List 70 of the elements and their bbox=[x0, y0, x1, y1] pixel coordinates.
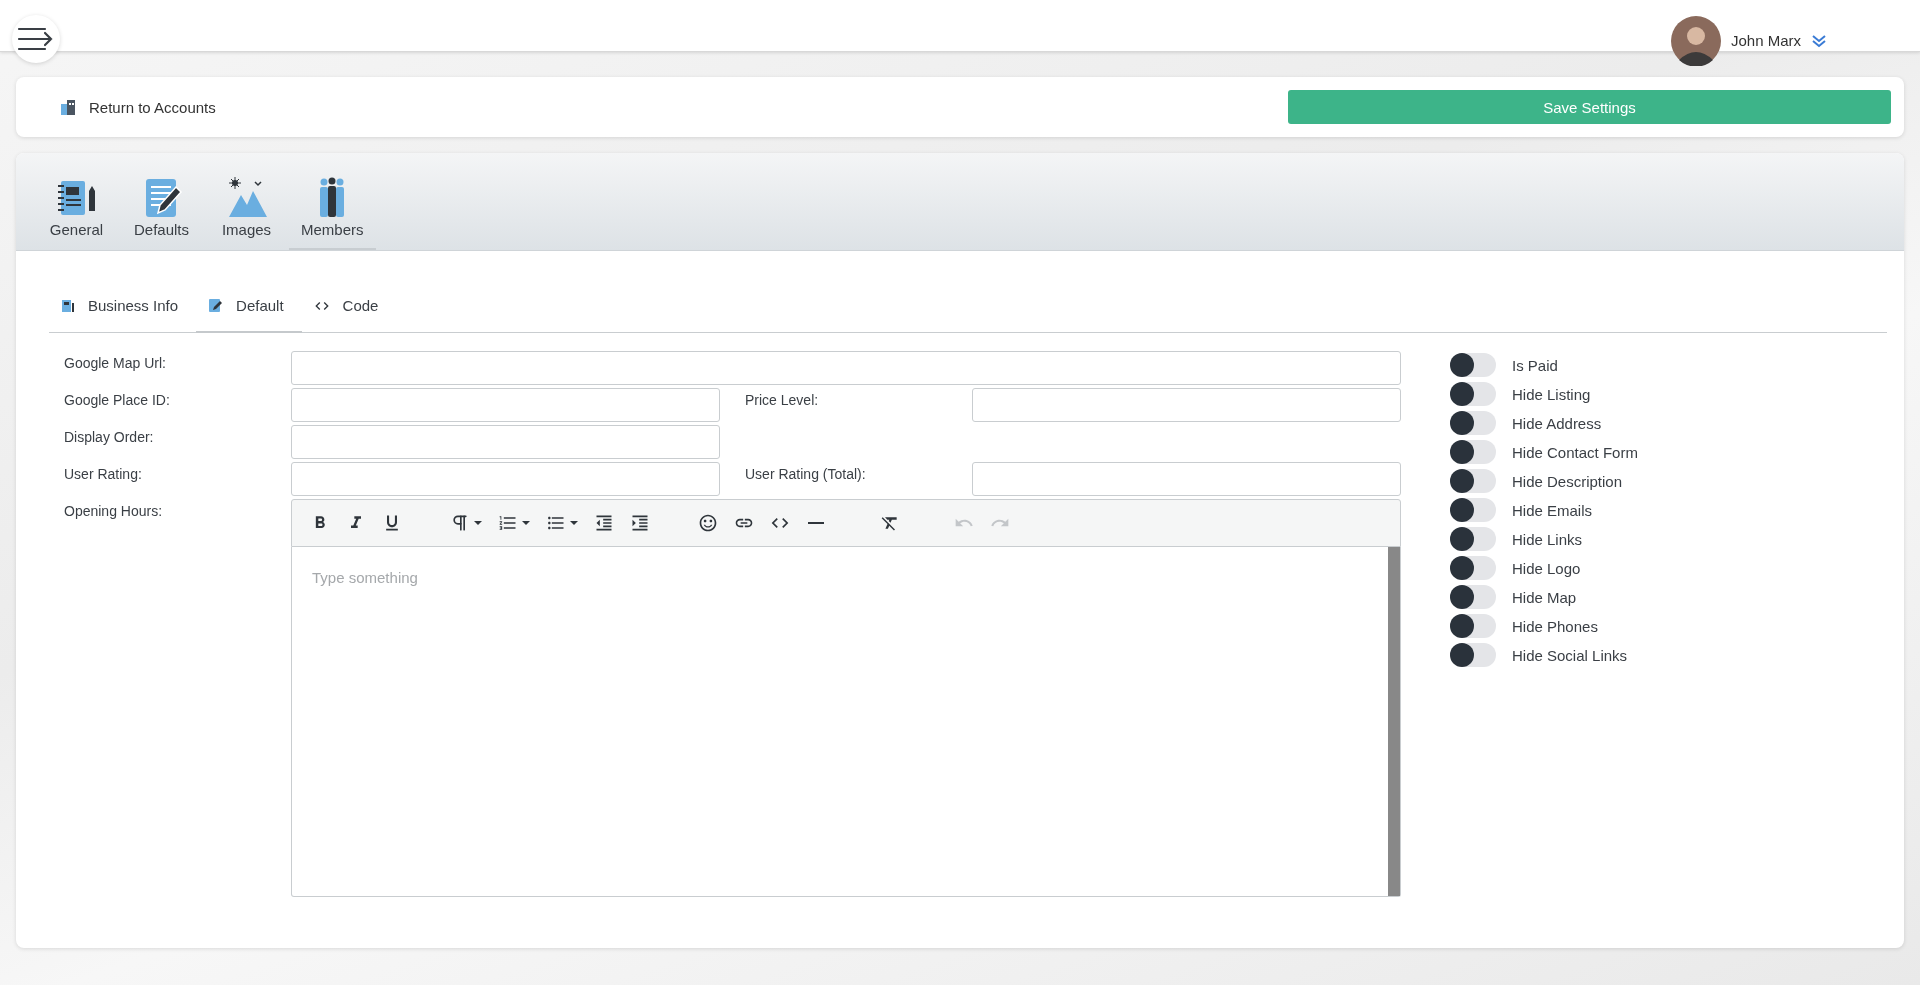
input-field[interactable] bbox=[291, 351, 1401, 385]
section-tab[interactable]: General bbox=[34, 177, 119, 250]
field-label: Display Order: bbox=[64, 428, 155, 447]
toggle-switch[interactable] bbox=[1450, 585, 1496, 609]
tab-label: Defaults bbox=[134, 221, 189, 238]
toggle-switch[interactable] bbox=[1450, 527, 1496, 551]
notebook-icon bbox=[61, 298, 75, 313]
input-field[interactable] bbox=[972, 462, 1401, 496]
toggle-switch[interactable] bbox=[1450, 382, 1496, 406]
input-field[interactable] bbox=[291, 425, 720, 459]
input-field[interactable] bbox=[972, 388, 1401, 422]
field-label: Google Place ID: bbox=[64, 391, 171, 410]
toggle-label: Hide Phones bbox=[1512, 617, 1598, 635]
toggle-label: Hide Logo bbox=[1512, 559, 1581, 577]
sub-tab[interactable]: Default bbox=[196, 286, 302, 333]
sub-tab[interactable]: Business Info bbox=[49, 286, 197, 333]
user-name: John Marx bbox=[1730, 32, 1801, 49]
editor-text-area[interactable]: Type something bbox=[291, 547, 1401, 897]
tab-label: Images bbox=[221, 221, 272, 238]
field-label: User Rating: bbox=[64, 465, 143, 484]
toggle-switch[interactable] bbox=[1450, 469, 1496, 493]
return-link-text[interactable]: Return to Accounts bbox=[89, 98, 216, 116]
tab-label: Members bbox=[301, 221, 364, 238]
menu-icon bbox=[17, 25, 55, 52]
indent-icon bbox=[630, 513, 650, 533]
caret-icon bbox=[522, 521, 530, 525]
double-chevron-down-icon[interactable] bbox=[1811, 32, 1827, 49]
field-label: User Rating (Total): bbox=[744, 465, 867, 484]
toggle-label: Is Paid bbox=[1512, 356, 1558, 374]
section-tab[interactable]: Defaults bbox=[119, 177, 204, 250]
return-link[interactable]: Return to Accounts bbox=[60, 98, 216, 116]
toggle-switch[interactable] bbox=[1450, 440, 1496, 464]
horizontal-line-icon bbox=[808, 522, 824, 524]
tab-label: General bbox=[49, 221, 104, 238]
toggle-label: Hide Description bbox=[1512, 472, 1623, 490]
caret-icon bbox=[570, 521, 578, 525]
tab-label: Default bbox=[236, 297, 284, 314]
toggle-switch[interactable] bbox=[1450, 556, 1496, 580]
field-label: Opening Hours: bbox=[64, 502, 164, 521]
toggle-switch[interactable] bbox=[1450, 643, 1496, 667]
buildings-icon bbox=[60, 99, 76, 115]
toggle-switch[interactable] bbox=[1450, 498, 1496, 522]
toggle-switch[interactable] bbox=[1450, 353, 1496, 377]
input-field[interactable] bbox=[291, 462, 720, 496]
scrollbar[interactable] bbox=[1388, 547, 1400, 896]
menu-button[interactable] bbox=[12, 14, 60, 63]
toggle-switch[interactable] bbox=[1450, 614, 1496, 638]
numbered-list-icon bbox=[498, 513, 518, 533]
input-field[interactable] bbox=[291, 388, 720, 422]
toggle-label: Hide Listing bbox=[1512, 385, 1591, 403]
tab-label: Code bbox=[342, 297, 379, 314]
tab-label: Business Info bbox=[88, 297, 179, 314]
field-label: Google Map Url: bbox=[64, 354, 167, 373]
outdent-icon bbox=[594, 513, 614, 533]
toggle-label: Hide Links bbox=[1512, 530, 1583, 548]
avatar bbox=[1670, 15, 1721, 66]
toggle-switch[interactable] bbox=[1450, 411, 1496, 435]
section-tab[interactable]: Images bbox=[204, 177, 289, 250]
toggle-label: Hide Emails bbox=[1512, 501, 1593, 519]
toggle-label: Hide Map bbox=[1512, 588, 1577, 606]
caret-icon bbox=[474, 521, 482, 525]
field-label: Price Level: bbox=[744, 391, 820, 410]
sub-tab[interactable]: Code bbox=[301, 286, 397, 333]
smiley-icon bbox=[698, 513, 718, 533]
document-pencil-icon bbox=[208, 298, 224, 313]
toggle-label: Hide Social Links bbox=[1512, 646, 1628, 664]
toggle-label: Hide Contact Form bbox=[1512, 443, 1638, 461]
toggle-label: Hide Address bbox=[1512, 414, 1602, 432]
section-tab[interactable]: Members bbox=[289, 177, 376, 250]
pilcrow-icon bbox=[450, 513, 470, 533]
